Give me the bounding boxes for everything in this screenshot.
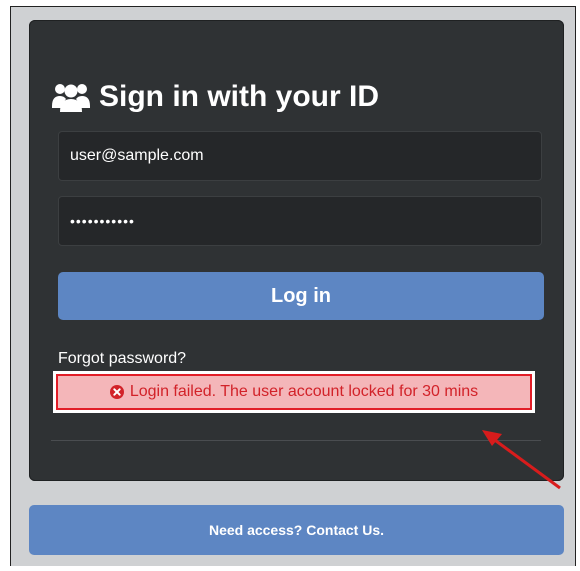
- error-highlight: Login failed. The user account locked fo…: [53, 371, 535, 413]
- times-circle-icon: [109, 385, 124, 399]
- login-card: Sign in with your ID Log in Forgot passw…: [29, 20, 564, 481]
- username-field[interactable]: [58, 131, 542, 181]
- error-message: Login failed. The user account locked fo…: [129, 383, 479, 400]
- username-input[interactable]: [70, 147, 541, 165]
- password-input[interactable]: [70, 213, 541, 229]
- login-title-text: Sign in with your ID: [99, 80, 379, 113]
- divider: [51, 440, 541, 441]
- error-alert: Login failed. The user account locked fo…: [56, 374, 532, 410]
- login-button[interactable]: Log in: [58, 272, 544, 320]
- users-icon: [52, 84, 90, 112]
- annotation-arrow-icon: [482, 430, 561, 490]
- login-title: Sign in with your ID: [51, 80, 379, 114]
- forgot-password-link[interactable]: Forgot password?: [58, 350, 186, 368]
- password-field[interactable]: [58, 196, 542, 246]
- need-access-button[interactable]: Need access? Contact Us.: [29, 505, 564, 555]
